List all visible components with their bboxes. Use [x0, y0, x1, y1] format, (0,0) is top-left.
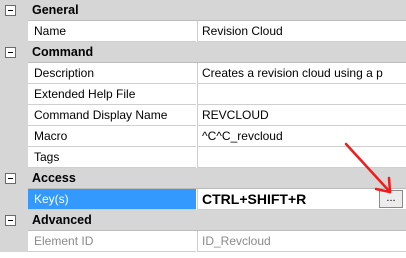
category-label-general: General [32, 3, 79, 17]
property-label-name: Name [28, 21, 196, 42]
property-row-description[interactable]: Description Creates a revision cloud usi… [0, 63, 406, 84]
collapse-advanced-icon[interactable] [0, 210, 28, 231]
property-row-element-id[interactable]: Element ID ID_Revcloud [0, 231, 406, 252]
property-label-keys: Key(s) [28, 189, 196, 210]
property-value-help-file[interactable] [197, 84, 406, 105]
property-value-description[interactable]: Creates a revision cloud using a p [197, 63, 406, 84]
property-label-element-id: Element ID [28, 231, 196, 252]
property-label-display-name: Command Display Name [28, 105, 196, 126]
collapse-general-icon[interactable] [0, 0, 28, 21]
property-value-element-id: ID_Revcloud [197, 231, 406, 252]
red-arrow-annotation [344, 142, 392, 194]
category-general[interactable]: General [0, 0, 406, 21]
category-command[interactable]: Command [0, 42, 406, 63]
property-label-tags: Tags [28, 147, 196, 168]
property-label-macro: Macro [28, 126, 196, 147]
property-row-display-name[interactable]: Command Display Name REVCLOUD [0, 105, 406, 126]
property-row-name[interactable]: Name Revision Cloud [0, 21, 406, 42]
collapse-access-icon[interactable] [0, 168, 28, 189]
category-label-access: Access [32, 171, 76, 185]
properties-grid: General Name Revision Cloud Command Desc… [0, 0, 406, 258]
property-label-description: Description [28, 63, 196, 84]
category-advanced[interactable]: Advanced [0, 210, 406, 231]
property-label-help-file: Extended Help File [28, 84, 196, 105]
collapse-command-icon[interactable] [0, 42, 28, 63]
property-value-display-name[interactable]: REVCLOUD [197, 105, 406, 126]
category-label-advanced: Advanced [32, 213, 92, 227]
property-value-name[interactable]: Revision Cloud [197, 21, 406, 42]
property-row-help-file[interactable]: Extended Help File [0, 84, 406, 105]
category-label-command: Command [32, 45, 94, 59]
